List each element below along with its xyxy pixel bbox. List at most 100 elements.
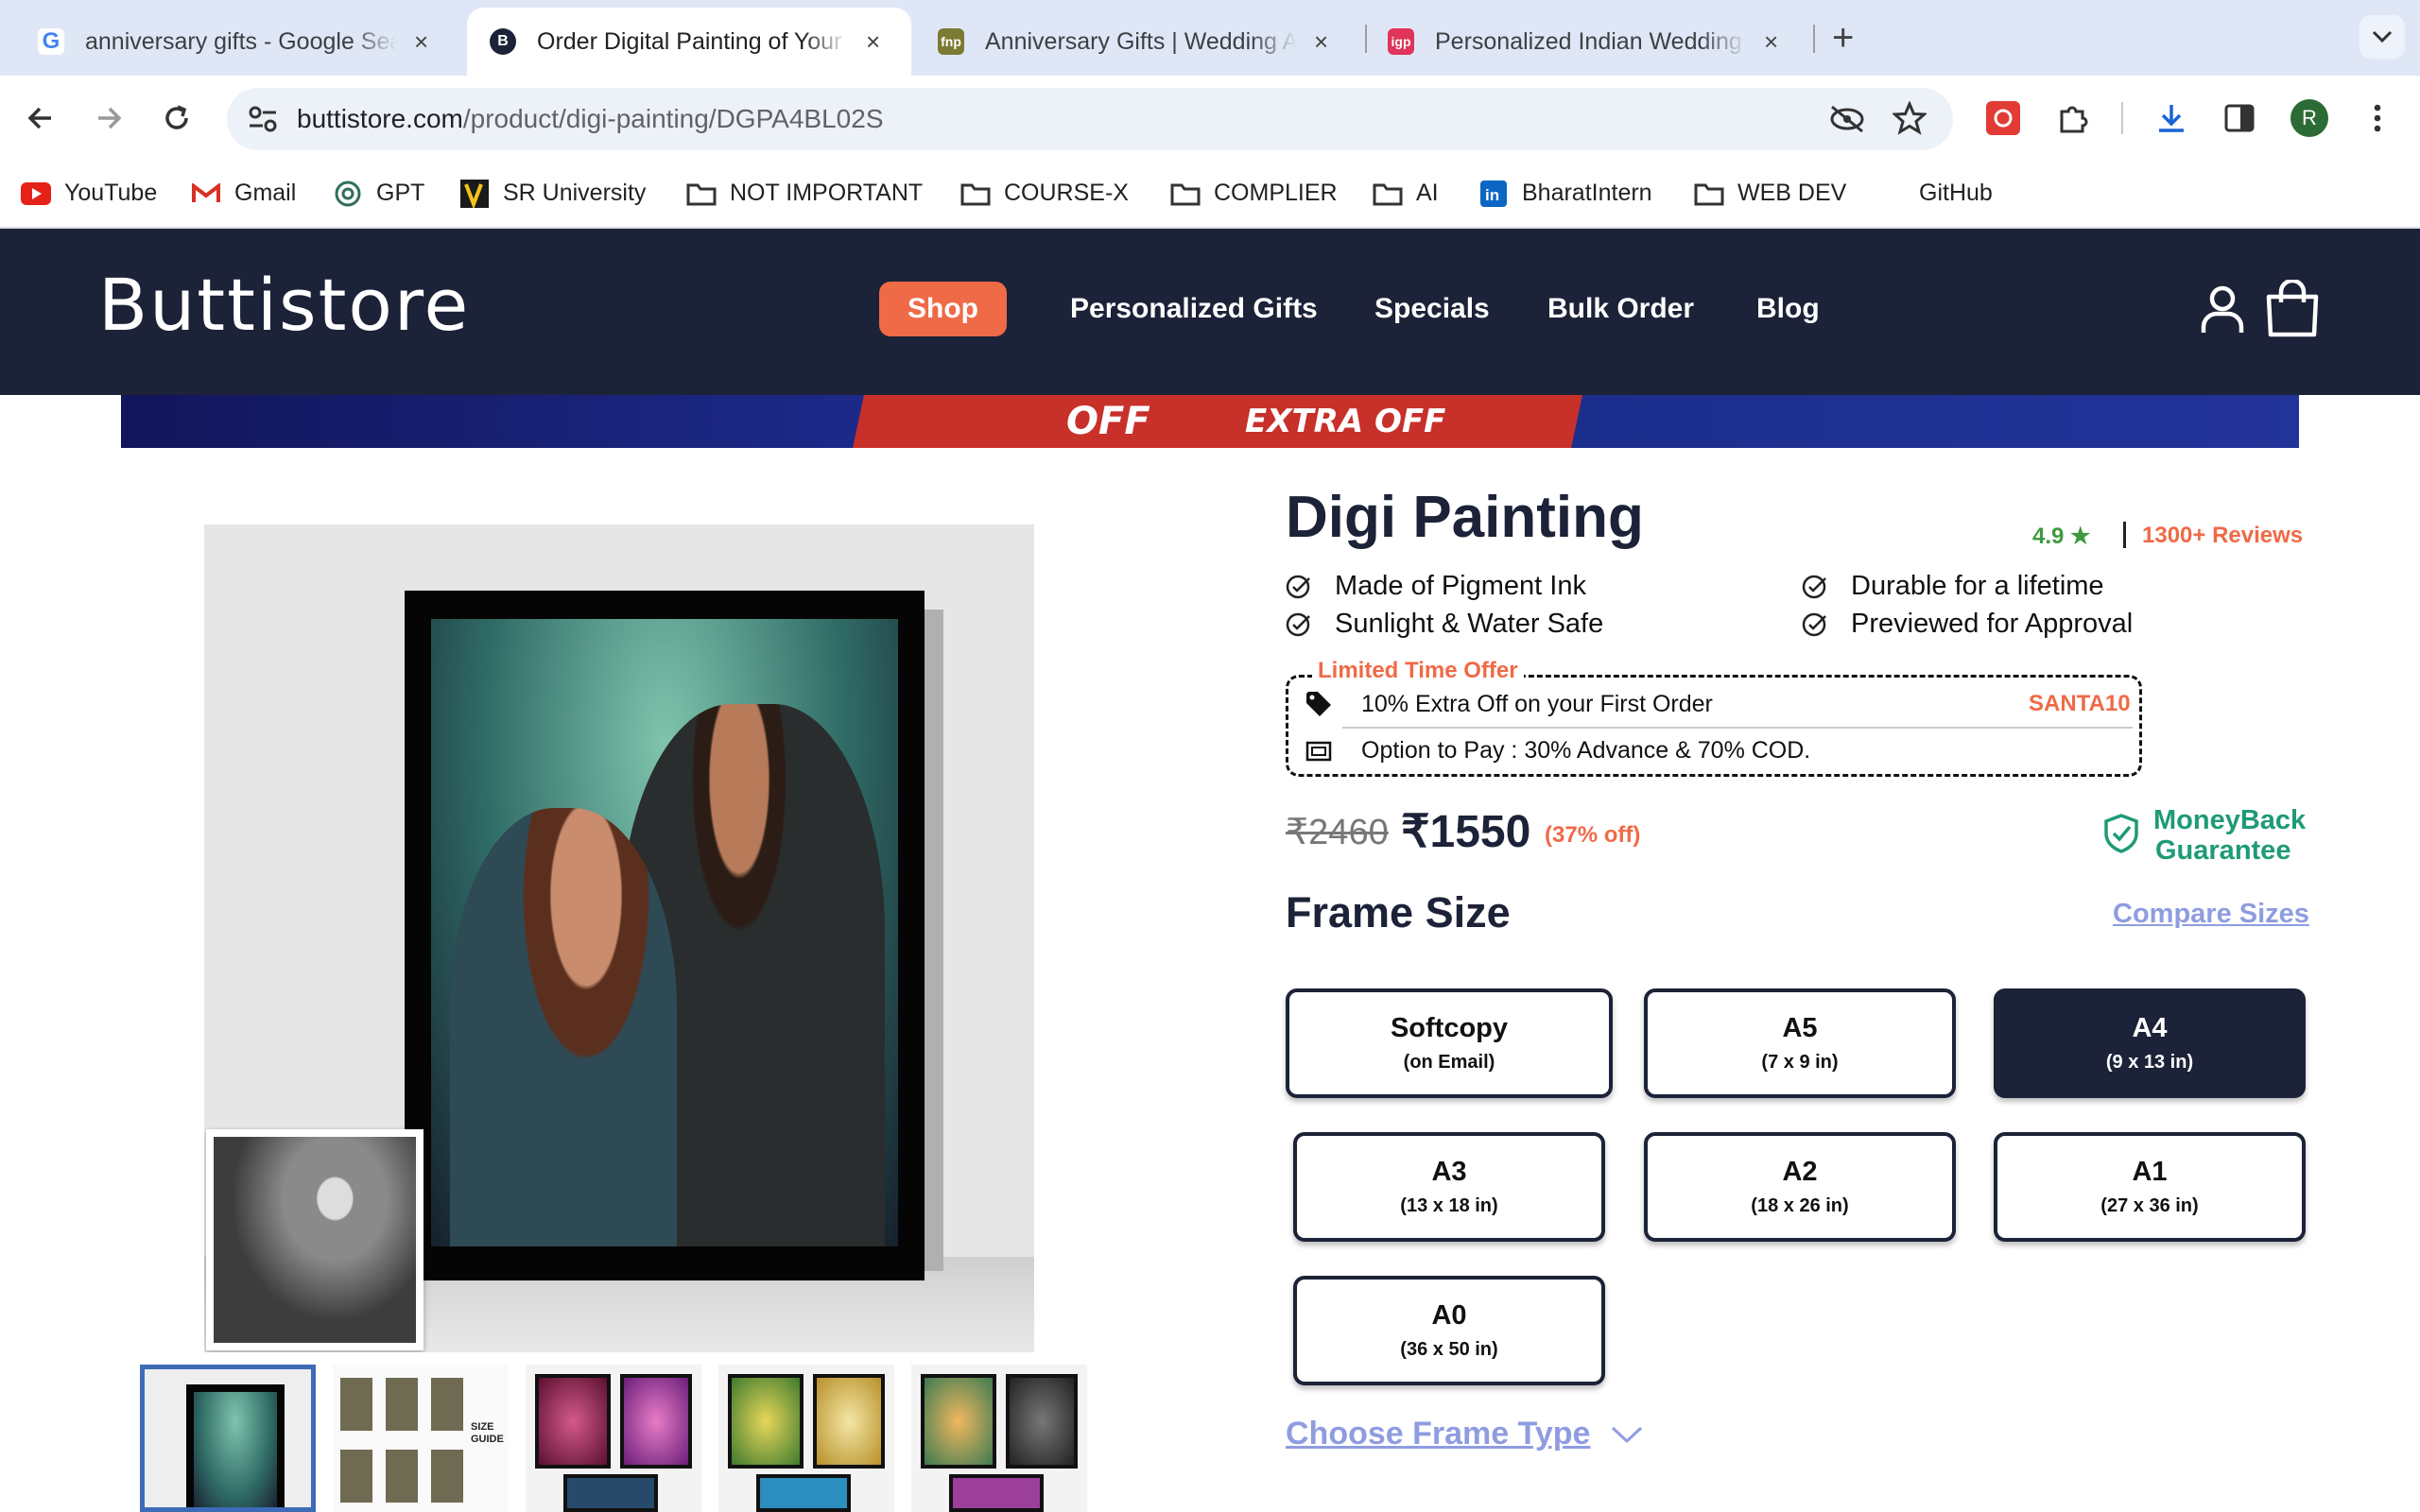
new-tab-button[interactable]: + (1832, 17, 1854, 60)
reviews-link[interactable]: 1300+ Reviews (2142, 523, 2303, 549)
thumbnail-5[interactable] (911, 1365, 1087, 1512)
size-option-a4[interactable]: A4 (9 x 13 in) (1994, 988, 2306, 1098)
url-domain: buttistore.com (297, 104, 463, 133)
bookmark-web-dev[interactable]: WEB DEV (1694, 180, 1846, 207)
bookmark-gpt[interactable]: GPT (333, 180, 424, 207)
shield-check-icon (2104, 814, 2138, 853)
size-option-a0[interactable]: A0 (36 x 50 in) (1293, 1276, 1605, 1385)
bookmark-ai[interactable]: AI (1373, 180, 1439, 207)
buttistore-icon: B (490, 28, 516, 55)
feature-item: Made of Pigment Ink (1286, 571, 1586, 602)
close-tab-icon[interactable]: × (414, 27, 428, 57)
profile-button[interactable]: R (2288, 96, 2331, 140)
size-option-a1[interactable]: A1 (27 x 36 in) (1994, 1132, 2306, 1242)
size-option-softcopy[interactable]: Softcopy (on Email) (1286, 988, 1613, 1098)
choose-frame-type-toggle[interactable]: Choose Frame Type (1286, 1416, 1643, 1452)
tab-buttistore[interactable]: B Order Digital Painting of Your Photo × (467, 8, 911, 76)
promo-banner[interactable]: OFF EXTRA OFF (121, 395, 2299, 448)
chevron-down-icon (2372, 30, 2393, 43)
bookmark-gmail[interactable]: Gmail (191, 180, 296, 207)
shopping-bag-icon[interactable] (2265, 280, 2320, 338)
nav-blog[interactable]: Blog (1756, 293, 1820, 325)
size-name: A5 (1782, 1013, 1818, 1043)
bookmark-not-important[interactable]: NOT IMPORTANT (686, 180, 923, 207)
folder-icon (960, 180, 991, 207)
banner-right-panel (1558, 395, 2299, 448)
tab-google-search[interactable]: G anniversary gifts - Google Search × (15, 8, 459, 76)
bookmark-label: COMPLIER (1214, 180, 1338, 206)
fnp-icon: fnp (938, 28, 964, 55)
extensions-menu-button[interactable] (2051, 96, 2095, 140)
thumbnail-4[interactable] (718, 1365, 894, 1512)
nav-bulk-order[interactable]: Bulk Order (1547, 293, 1694, 325)
close-tab-icon[interactable]: × (866, 27, 880, 57)
bookmark-label: SR University (503, 180, 647, 206)
bookmark-label: AI (1416, 180, 1439, 206)
size-option-a2[interactable]: A2 (18 x 26 in) (1644, 1132, 1956, 1242)
extension-button[interactable] (1981, 96, 2025, 140)
browser-menu-button[interactable] (2356, 96, 2399, 140)
bookmark-complier[interactable]: COMPLIER (1170, 180, 1338, 207)
bookmark-github[interactable]: GitHub (1919, 180, 1993, 207)
site-info-icon[interactable] (248, 105, 278, 133)
igp-icon: igp (1388, 28, 1414, 55)
arrow-left-icon (27, 107, 51, 129)
tab-fnp[interactable]: fnp Anniversary Gifts | Wedding Annivers… (915, 8, 1359, 76)
nav-personalized-gifts[interactable]: Personalized Gifts (1070, 293, 1318, 325)
side-panel-button[interactable] (2218, 96, 2261, 140)
original-photo-inset (206, 1129, 424, 1350)
size-dimensions: (9 x 13 in) (2105, 1052, 2194, 1073)
user-account-icon[interactable] (2201, 285, 2244, 335)
folder-icon (1170, 180, 1201, 207)
nav-shop[interactable]: Shop (879, 282, 1007, 336)
tab-search-button[interactable] (2360, 15, 2405, 59)
product-main-image[interactable] (204, 524, 1034, 1352)
bookmarks-bar: YouTube Gmail GPT SR University NOT IMPO… (0, 161, 2420, 229)
puzzle-icon (2060, 106, 2088, 133)
thumbnail-2-size-guide[interactable]: SIZE GUIDE (333, 1365, 509, 1512)
size-option-a5[interactable]: A5 (7 x 9 in) (1644, 988, 1956, 1098)
feature-text: Made of Pigment Ink (1335, 571, 1586, 601)
linkedin-icon: in (1478, 180, 1509, 207)
ai-extension-icon (1986, 101, 2020, 135)
bookmark-sr-university[interactable]: SR University (459, 179, 647, 208)
size-option-a3[interactable]: A3 (13 x 18 in) (1293, 1132, 1605, 1242)
star-bookmark-icon[interactable] (1893, 101, 1927, 135)
thumbnail-1[interactable] (140, 1365, 316, 1512)
bookmark-label: WEB DEV (1737, 180, 1847, 206)
folder-icon (1373, 180, 1403, 207)
bookmark-label: COURSE-X (1004, 180, 1129, 206)
moneyback-guarantee: MoneyBack Guarantee (2153, 805, 2306, 866)
bookmark-course-x[interactable]: COURSE-X (960, 180, 1129, 207)
bookmark-youtube[interactable]: YouTube (21, 180, 157, 207)
reload-button[interactable] (155, 96, 199, 140)
size-name: A0 (1431, 1300, 1467, 1331)
size-dimensions: (18 x 26 in) (1751, 1195, 1849, 1216)
back-button[interactable] (19, 96, 62, 140)
feature-item: Sunlight & Water Safe (1286, 609, 1603, 640)
nav-specials[interactable]: Specials (1374, 293, 1490, 325)
offer-text: Option to Pay : 30% Advance & 70% COD. (1361, 737, 1811, 764)
bookmark-bharatintern[interactable]: in BharatIntern (1478, 180, 1652, 207)
close-tab-icon[interactable]: × (1764, 27, 1778, 57)
tab-igp[interactable]: igp Personalized Indian Wedding Gifts × (1365, 8, 1809, 76)
forward-button[interactable] (87, 96, 130, 140)
size-dimensions: (36 x 50 in) (1400, 1339, 1498, 1360)
feature-item: Durable for a lifetime (1802, 571, 2104, 602)
downloads-button[interactable] (2150, 96, 2193, 140)
site-header: Buttistore Shop Personalized Gifts Speci… (0, 229, 2420, 395)
size-name: A1 (2132, 1157, 2168, 1187)
eye-off-icon[interactable] (1828, 105, 1866, 133)
coupon-code[interactable]: SANTA10 (2029, 691, 2131, 717)
site-logo[interactable]: Buttistore (98, 263, 470, 347)
address-bar[interactable]: buttistore.com/product/digi-painting/DGP… (227, 88, 1953, 150)
more-vertical-icon (2374, 104, 2381, 132)
sale-price: ₹1550 (1401, 807, 1531, 857)
feature-item: Previewed for Approval (1802, 609, 2133, 640)
close-tab-icon[interactable]: × (1314, 27, 1328, 57)
thumbnail-3[interactable] (526, 1365, 701, 1512)
compare-sizes-link[interactable]: Compare Sizes (2113, 899, 2309, 930)
url-text[interactable]: buttistore.com/product/digi-painting/DGP… (297, 104, 884, 134)
feature-text: Sunlight & Water Safe (1335, 609, 1604, 639)
url-path: /product/digi-painting/DGPA4BL02S (462, 104, 884, 133)
